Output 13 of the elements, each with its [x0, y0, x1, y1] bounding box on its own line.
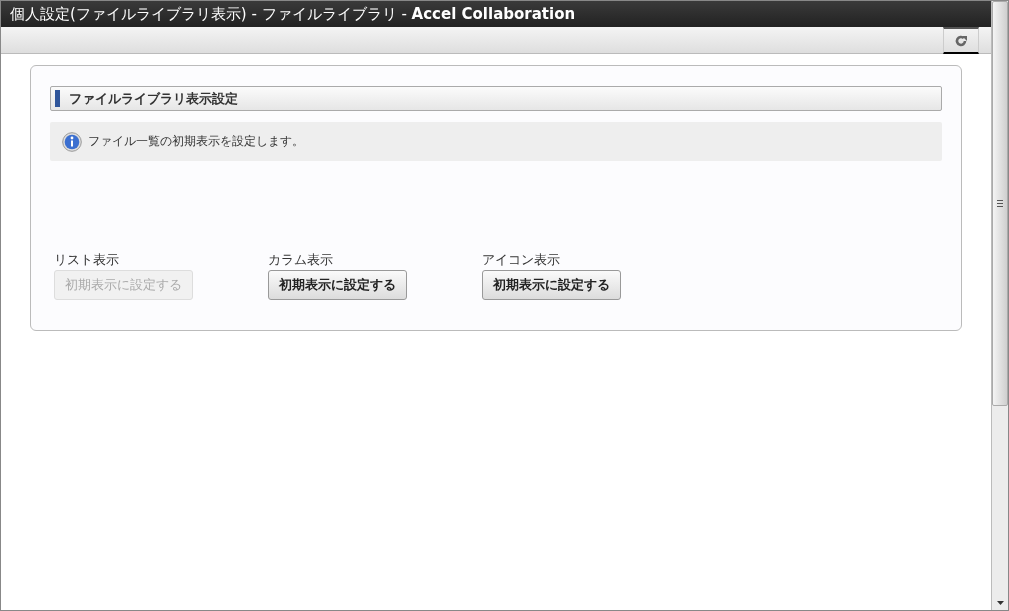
info-text: ファイル一覧の初期表示を設定します。 [88, 133, 304, 150]
window-title: 個人設定(ファイルライブラリ表示) - ファイルライブラリ - Accel Collaboration [1, 1, 991, 27]
accent-bar [55, 90, 60, 107]
info-icon [62, 131, 82, 152]
option-label: リスト表示 [54, 252, 119, 268]
refresh-icon [954, 33, 968, 48]
set-default-button[interactable]: 初期表示に設定する [268, 270, 407, 300]
section-heading: ファイルライブラリ表示設定 [69, 89, 238, 108]
option-label: カラム表示 [268, 252, 333, 268]
grip-icon [997, 200, 1003, 207]
option-label: アイコン表示 [482, 252, 560, 268]
down-arrow-icon[interactable] [996, 601, 1004, 605]
set-default-button[interactable]: 初期表示に設定する [482, 270, 621, 300]
